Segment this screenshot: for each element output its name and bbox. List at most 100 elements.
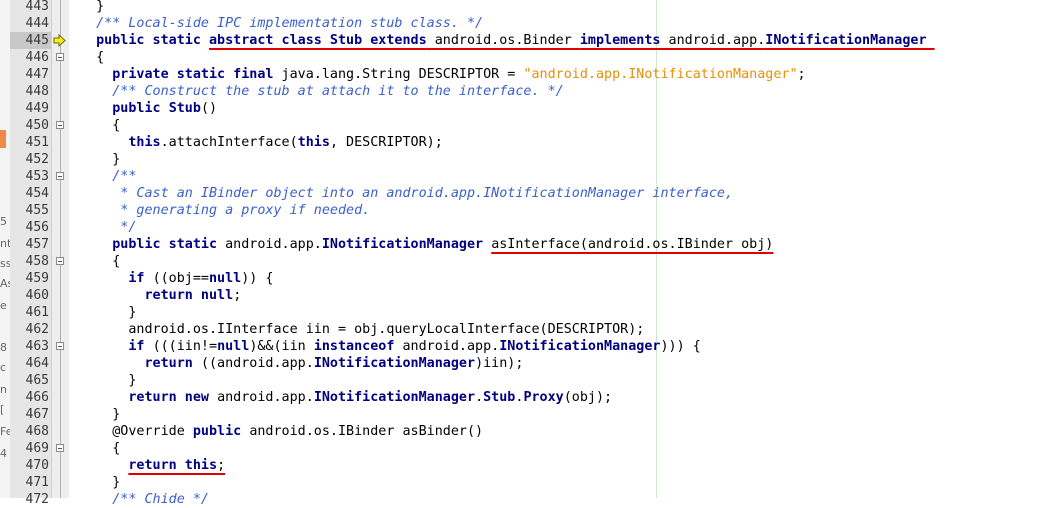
code-line[interactable]: 468 @Override public android.os.IBinder …: [0, 423, 1042, 440]
code-line[interactable]: 470 return this;: [0, 457, 1042, 474]
line-number[interactable]: 454: [10, 185, 51, 202]
code-token: if: [80, 339, 153, 354]
line-number[interactable]: 464: [10, 355, 51, 372]
line-number[interactable]: 463: [10, 338, 51, 355]
code-line[interactable]: 469 {: [0, 440, 1042, 457]
code-line[interactable]: 458 {: [0, 253, 1042, 270]
code-token: this: [297, 135, 330, 150]
code-line[interactable]: 462 android.os.IInterface iin = obj.quer…: [0, 321, 1042, 338]
code-token: * generating a proxy if needed.: [80, 203, 371, 218]
line-number[interactable]: 451: [10, 134, 51, 151]
code-token: android.app.: [394, 339, 500, 354]
code-line[interactable]: 445 public static abstract class Stub ex…: [0, 32, 1042, 49]
code-token: return new: [80, 390, 218, 405]
line-number[interactable]: 444: [10, 15, 51, 32]
code-token: android.app.: [660, 33, 766, 48]
fold-collapse-icon[interactable]: [56, 53, 64, 61]
code-line[interactable]: 454 * Cast an IBinder object into an and…: [0, 185, 1042, 202]
code-line[interactable]: 463 if (((iin!=null)&&(iin instanceof an…: [0, 338, 1042, 355]
code-line[interactable]: 446 {: [0, 49, 1042, 66]
code-text: return ((android.app.INotificationManage…: [80, 355, 523, 372]
code-line[interactable]: 461 }: [0, 304, 1042, 321]
fold-collapse-icon[interactable]: [56, 257, 64, 265]
line-number[interactable]: 460: [10, 287, 51, 304]
code-line[interactable]: 459 if ((obj==null)) {: [0, 270, 1042, 287]
fold-collapse-icon[interactable]: [56, 444, 64, 452]
code-line[interactable]: 457 public static android.app.INotificat…: [0, 236, 1042, 253]
line-number[interactable]: 449: [10, 100, 51, 117]
code-line[interactable]: 443 }: [0, 0, 1042, 15]
code-token: asInterface(android.os.IBinder obj): [491, 237, 774, 252]
code-token: Stub: [483, 390, 516, 405]
code-token: private static final: [80, 67, 282, 82]
line-number[interactable]: 443: [10, 0, 51, 15]
code-text: return this;: [80, 457, 225, 474]
line-number[interactable]: 456: [10, 219, 51, 236]
line-number[interactable]: 466: [10, 389, 51, 406]
fold-collapse-icon[interactable]: [56, 172, 64, 180]
code-token: abstract class Stub extends: [209, 33, 427, 48]
code-text: {: [80, 253, 120, 270]
code-token: return: [80, 356, 201, 371]
code-line[interactable]: 466 return new android.app.INotification…: [0, 389, 1042, 406]
code-line[interactable]: 460 return null;: [0, 287, 1042, 304]
code-token: /** Chide */: [80, 492, 209, 507]
code-line[interactable]: 464 return ((android.app.INotificationMa…: [0, 355, 1042, 372]
code-token: }: [80, 475, 121, 490]
code-line[interactable]: 472 /** Chide */: [0, 491, 1042, 508]
code-token: Stub: [168, 101, 201, 116]
code-text: @Override public android.os.IBinder asBi…: [80, 423, 483, 440]
code-token: * Cast an IBinder object into an android…: [80, 186, 734, 201]
code-line[interactable]: 471 }: [0, 474, 1042, 491]
line-number[interactable]: 447: [10, 66, 51, 83]
code-text: }: [80, 0, 104, 15]
line-number[interactable]: 458: [10, 253, 51, 270]
code-line[interactable]: 456 */: [0, 219, 1042, 236]
line-number[interactable]: 470: [10, 457, 51, 474]
line-number[interactable]: 461: [10, 304, 51, 321]
line-number[interactable]: 465: [10, 372, 51, 389]
fold-collapse-icon[interactable]: [56, 342, 64, 350]
line-number[interactable]: 453: [10, 168, 51, 185]
line-number[interactable]: 472: [10, 491, 51, 508]
line-number[interactable]: 446: [10, 49, 51, 66]
code-line[interactable]: 450 {: [0, 117, 1042, 134]
code-line[interactable]: 467 }: [0, 406, 1042, 423]
line-number[interactable]: 457: [10, 236, 51, 253]
code-line[interactable]: 447 private static final java.lang.Strin…: [0, 66, 1042, 83]
line-number[interactable]: 452: [10, 151, 51, 168]
code-line[interactable]: 451 this.attachInterface(this, DESCRIPTO…: [0, 134, 1042, 151]
code-text: {: [80, 440, 120, 457]
line-number[interactable]: 468: [10, 423, 51, 440]
code-token: java.lang.String DESCRIPTOR =: [281, 67, 524, 82]
line-number[interactable]: 450: [10, 117, 51, 134]
code-text: * generating a proxy if needed.: [80, 202, 370, 219]
line-number[interactable]: 455: [10, 202, 51, 219]
line-number[interactable]: 462: [10, 321, 51, 338]
line-number[interactable]: 467: [10, 406, 51, 423]
code-text: public Stub(): [80, 100, 217, 117]
code-text: * Cast an IBinder object into an android…: [80, 185, 733, 202]
code-text: public static abstract class Stub extend…: [80, 32, 935, 49]
code-line[interactable]: 444 /** Local-side IPC implementation st…: [0, 15, 1042, 32]
code-text: android.os.IInterface iin = obj.queryLoc…: [80, 321, 644, 338]
line-number[interactable]: 445: [10, 32, 51, 49]
line-number[interactable]: 459: [10, 270, 51, 287]
code-line[interactable]: 452 }: [0, 151, 1042, 168]
line-number[interactable]: 448: [10, 83, 51, 100]
code-token: }: [80, 373, 137, 388]
code-line[interactable]: 465 }: [0, 372, 1042, 389]
code-token: }: [80, 152, 121, 167]
code-line[interactable]: 453 /**: [0, 168, 1042, 185]
code-line[interactable]: 448 /** Construct the stub at attach it …: [0, 83, 1042, 100]
code-line[interactable]: 449 public Stub(): [0, 100, 1042, 117]
code-token: android.os.IInterface iin = obj.queryLoc…: [80, 322, 645, 337]
fold-collapse-icon[interactable]: [56, 121, 64, 129]
line-number[interactable]: 469: [10, 440, 51, 457]
line-number[interactable]: 471: [10, 474, 51, 491]
code-token: )iin);: [475, 356, 524, 371]
code-token: /** Construct the stub at attach it to t…: [80, 84, 564, 99]
code-line[interactable]: 455 * generating a proxy if needed.: [0, 202, 1042, 219]
code-token: public: [192, 424, 250, 439]
